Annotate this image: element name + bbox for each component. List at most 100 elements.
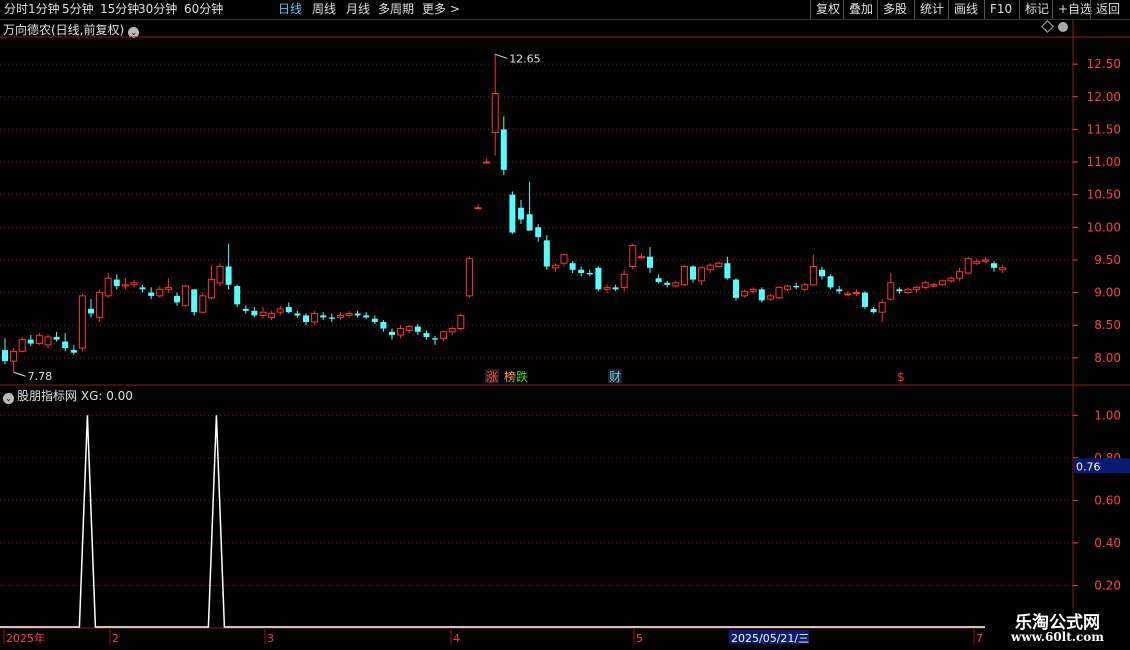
candle-body-up[interactable] [18, 339, 26, 352]
candle-body-down[interactable] [88, 308, 94, 314]
candle-body-down[interactable] [414, 326, 421, 332]
candle-body-up[interactable] [491, 92, 499, 134]
candle-body-down[interactable] [234, 286, 241, 305]
candle-body-up[interactable] [276, 308, 284, 313]
candle-body-down[interactable] [578, 269, 585, 274]
candle-body-up[interactable] [216, 265, 224, 284]
candle-body-down[interactable] [27, 339, 34, 344]
candle-body-down[interactable] [526, 214, 533, 231]
candle-body-down[interactable] [612, 287, 619, 290]
candle-body-up[interactable] [775, 286, 783, 299]
candle-body-up[interactable] [741, 290, 749, 297]
candle-body-up[interactable] [715, 262, 723, 267]
candle-body-up[interactable] [878, 301, 886, 313]
candle-body-up[interactable] [938, 280, 946, 286]
candle-body-down[interactable] [586, 273, 593, 275]
candle-body-down[interactable] [655, 278, 662, 283]
candle-body-up[interactable] [164, 286, 172, 290]
candle-body-down[interactable] [518, 207, 524, 220]
candle-body-up[interactable] [603, 286, 611, 290]
candle-body-up[interactable] [336, 314, 344, 318]
candle-body-up[interactable] [10, 350, 18, 362]
candle-body-down[interactable] [389, 331, 395, 336]
candle-body-up[interactable] [844, 293, 852, 296]
candle-body-up[interactable] [104, 277, 112, 297]
candle-body-down[interactable] [225, 266, 232, 285]
candle-body-up[interactable] [904, 288, 912, 294]
candle-body-up[interactable] [999, 267, 1007, 271]
candle-body-up[interactable] [629, 245, 637, 267]
candle-body-up[interactable] [440, 331, 448, 339]
candle-body-up[interactable] [698, 267, 706, 282]
candle-body-up[interactable] [259, 311, 267, 316]
candle-body-down[interactable] [423, 333, 430, 337]
candle-body-up[interactable] [921, 282, 929, 288]
candle-body-down[interactable] [371, 318, 378, 322]
candle-body-down[interactable] [320, 315, 327, 318]
candle-body-down[interactable] [2, 350, 8, 362]
candle-body-down[interactable] [363, 315, 370, 318]
candle-body-up[interactable] [637, 256, 645, 259]
candle-body-down[interactable] [148, 292, 155, 296]
candle-body-down[interactable] [543, 240, 550, 267]
candle-body-down[interactable] [569, 263, 576, 270]
candle-body-up[interactable] [483, 161, 491, 164]
kline-chart[interactable]: 12.50 12.00 11.50 11.00 10.50 10.00 9.50 9.00 8.… [0, 0, 1130, 650]
candle-body-up[interactable] [156, 288, 164, 297]
candle-body-up[interactable] [345, 312, 353, 316]
candle-body-up[interactable] [852, 292, 860, 295]
candle-body-up[interactable] [801, 284, 809, 290]
candle-body-down[interactable] [870, 308, 877, 313]
candle-body-down[interactable] [690, 266, 696, 280]
candle-body-down[interactable] [827, 276, 834, 288]
candle-body-down[interactable] [647, 256, 653, 268]
candle-body-down[interactable] [303, 315, 309, 322]
candle-body-up[interactable] [913, 286, 921, 290]
candle-body-up[interactable] [809, 265, 817, 286]
candle-body-down[interactable] [509, 194, 516, 233]
candle-body-up[interactable] [973, 260, 981, 264]
candle-body-down[interactable] [896, 289, 903, 292]
candle-body-up[interactable] [964, 258, 972, 274]
candle-body-up[interactable] [930, 284, 938, 287]
candle-body-down[interactable] [242, 308, 249, 311]
candle-body-up[interactable] [706, 264, 714, 271]
candle-body-down[interactable] [251, 310, 258, 316]
candle-body-up[interactable] [749, 288, 757, 292]
candle-body-down[interactable] [432, 338, 438, 340]
candle-body-up[interactable] [311, 312, 319, 323]
candle-body-down[interactable] [285, 306, 292, 313]
candle-body-down[interactable] [139, 287, 146, 290]
candle-body-up[interactable] [268, 312, 276, 318]
candle-body-down[interactable] [294, 313, 301, 316]
candle-body-up[interactable] [96, 292, 104, 318]
candle-body-up[interactable] [560, 254, 568, 264]
candle-body-up[interactable] [199, 295, 207, 313]
candle-body-up[interactable] [551, 264, 559, 269]
candle-body-up[interactable] [981, 259, 989, 262]
candle-body-up[interactable] [474, 207, 482, 210]
candle-body-down[interactable] [595, 267, 602, 290]
candle-body-down[interactable] [62, 341, 69, 349]
candle-body-up[interactable] [680, 265, 688, 286]
candle-body-down[interactable] [724, 263, 731, 279]
candle-body-up[interactable] [947, 277, 955, 282]
candle-body-down[interactable] [862, 292, 868, 307]
candle-body-up[interactable] [887, 282, 895, 300]
candle-body-down[interactable] [174, 295, 180, 303]
candle-body-up[interactable] [121, 284, 129, 287]
candle-body-down[interactable] [733, 279, 739, 298]
candle-body-up[interactable] [130, 282, 138, 286]
candle-body-up[interactable] [956, 271, 964, 279]
candle-body-down[interactable] [53, 336, 60, 340]
candle-body-up[interactable] [182, 285, 190, 307]
candle-body-up[interactable] [766, 295, 774, 300]
candle-body-down[interactable] [991, 263, 997, 268]
candle-body-up[interactable] [78, 295, 86, 349]
candle-body-up[interactable] [457, 314, 465, 330]
candle-body-up[interactable] [784, 285, 792, 290]
candle-body-up[interactable] [35, 335, 43, 345]
candle-body-down[interactable] [191, 289, 198, 313]
candle-body-down[interactable] [793, 286, 800, 288]
candle-body-down[interactable] [113, 279, 120, 287]
